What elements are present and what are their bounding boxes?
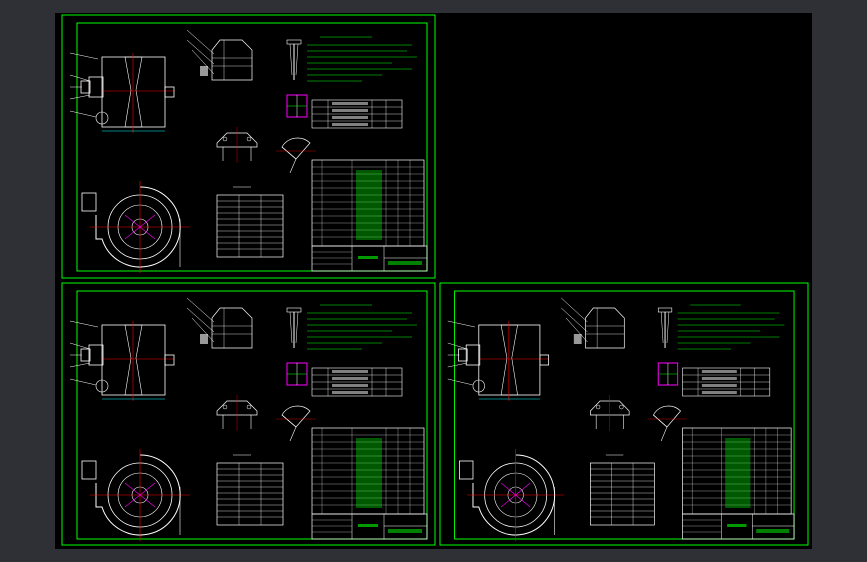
model-space-canvas[interactable] [55,13,812,549]
cad-viewport[interactable] [0,0,867,562]
